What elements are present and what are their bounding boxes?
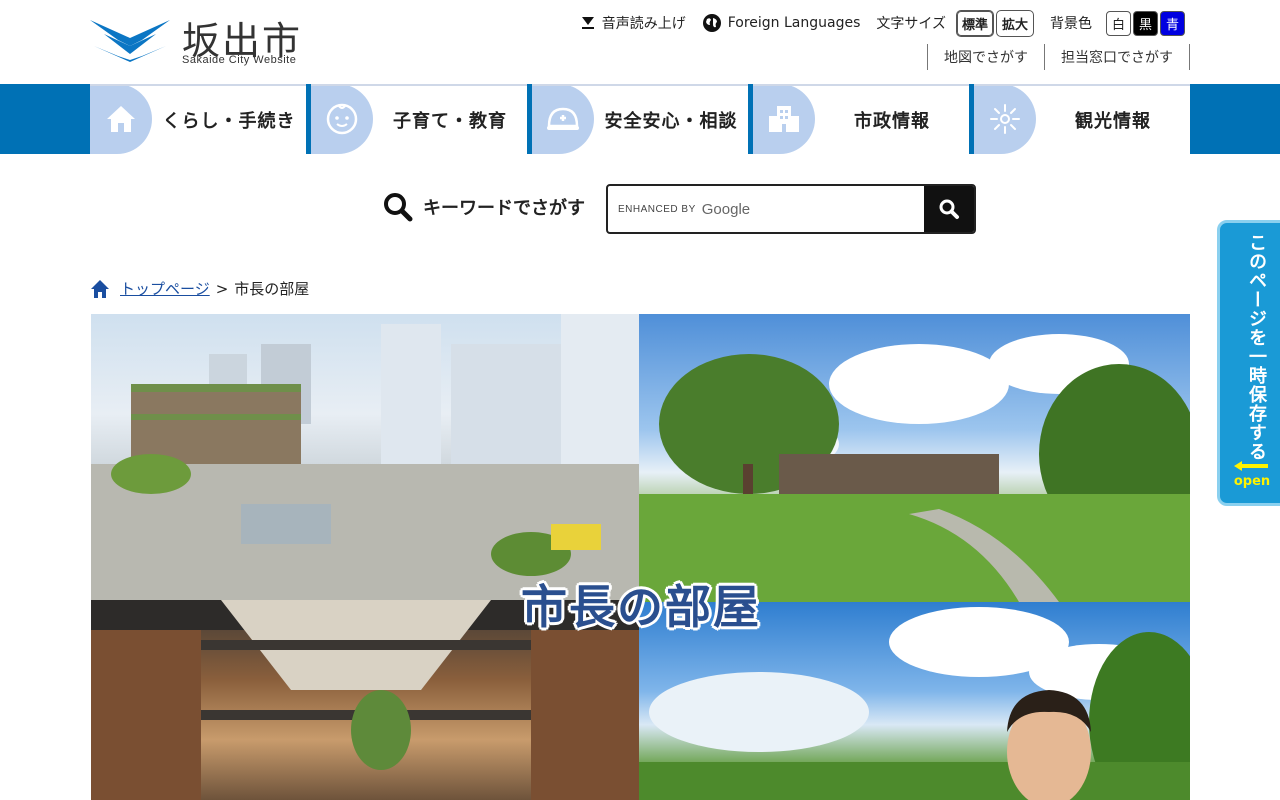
hero-image: 市長の部屋: [91, 314, 1190, 800]
nav-item-tourism[interactable]: 観光情報: [974, 84, 1190, 154]
foreign-languages-button[interactable]: Foreign Languages: [702, 13, 861, 33]
enhanced-by-text: ENHANCED BY: [618, 203, 696, 215]
map-search-link[interactable]: 地図でさがす: [927, 44, 1044, 70]
search-box: ENHANCED BY Google: [606, 184, 976, 234]
down-arrow-icon: [581, 17, 594, 29]
bg-blue-button[interactable]: 青: [1160, 10, 1185, 36]
breadcrumb-home-link[interactable]: トップページ: [120, 278, 210, 299]
logo-subtitle: Sakaide City Website: [182, 54, 297, 66]
nav-label-safety: 安全安心・相談: [604, 111, 738, 132]
home-icon: [91, 279, 109, 298]
utility-bar: 音声読み上げ Foreign Languages 文字サイズ 標準 拡大 背景色…: [580, 9, 1185, 37]
hero-title: 市長の部屋: [521, 580, 761, 634]
bg-white-button[interactable]: 白: [1106, 10, 1131, 36]
voice-reader-button[interactable]: 音声読み上げ: [580, 13, 686, 33]
breadcrumb-separator: >: [215, 279, 229, 298]
text-size-label: 文字サイズ: [876, 16, 946, 32]
site-logo[interactable]: 坂出市 Sakaide City Website: [90, 10, 310, 70]
nav-label-tourism: 観光情報: [1075, 111, 1151, 132]
nav-item-safety[interactable]: 安全安心・相談: [532, 84, 748, 154]
hero-photo-park: [639, 314, 1190, 602]
baby-icon: [326, 103, 358, 135]
nav-item-living[interactable]: くらし・手続き: [90, 84, 306, 154]
text-size-standard-button[interactable]: 標準: [955, 9, 994, 37]
nav-item-childcare[interactable]: 子育て・教育: [311, 84, 527, 154]
save-page-open-label: open: [1233, 474, 1271, 489]
breadcrumb-current: 市長の部屋: [234, 280, 310, 298]
save-page-text: このページを一時保存する: [1246, 233, 1267, 461]
building-icon: [769, 106, 799, 132]
house-icon: [107, 106, 135, 132]
foreign-languages-label: Foreign Languages: [727, 15, 861, 31]
firework-icon: [990, 104, 1020, 134]
site-header: 坂出市 Sakaide City Website 音声読み上げ Foreign …: [0, 0, 1280, 84]
search-button[interactable]: [924, 186, 974, 232]
text-size-large-button[interactable]: 拡大: [995, 9, 1034, 37]
left-arrow-icon: [1234, 461, 1268, 471]
voice-reader-label: 音声読み上げ: [601, 16, 686, 32]
helmet-icon: [547, 107, 579, 130]
google-text: Google: [701, 200, 751, 218]
nav-item-city-info[interactable]: 市政情報: [753, 84, 969, 154]
office-search-link[interactable]: 担当窓口でさがす: [1044, 44, 1190, 70]
nav-label-city-info: 市政情報: [854, 111, 930, 132]
logo-mark-icon: [90, 20, 170, 62]
nav-label-living: くらし・手続き: [162, 111, 296, 132]
nav-label-childcare: 子育て・教育: [393, 111, 507, 132]
globe-icon: [702, 14, 721, 32]
sub-links: 地図でさがす 担当窓口でさがす: [927, 44, 1190, 70]
search-icon: [939, 199, 959, 219]
global-nav: くらし・手続き 子育て・教育 安全安心・相談 市政情報 観光情報: [90, 84, 1190, 154]
hero-photo-plaza: [91, 314, 639, 600]
keyword-search-text: キーワードでさがす: [423, 198, 585, 219]
breadcrumb: トップページ > 市長の部屋: [90, 278, 309, 299]
search-input[interactable]: ENHANCED BY Google: [608, 186, 924, 232]
bg-black-button[interactable]: 黒: [1133, 10, 1158, 36]
keyword-search-label: キーワードでさがす: [383, 192, 585, 222]
save-page-tab[interactable]: このページを一時保存する open: [1217, 220, 1280, 506]
magnifier-icon: [384, 193, 413, 222]
bg-color-label: 背景色: [1050, 16, 1092, 32]
page: 坂出市 Sakaide City Website 音声読み上げ Foreign …: [0, 0, 1280, 800]
